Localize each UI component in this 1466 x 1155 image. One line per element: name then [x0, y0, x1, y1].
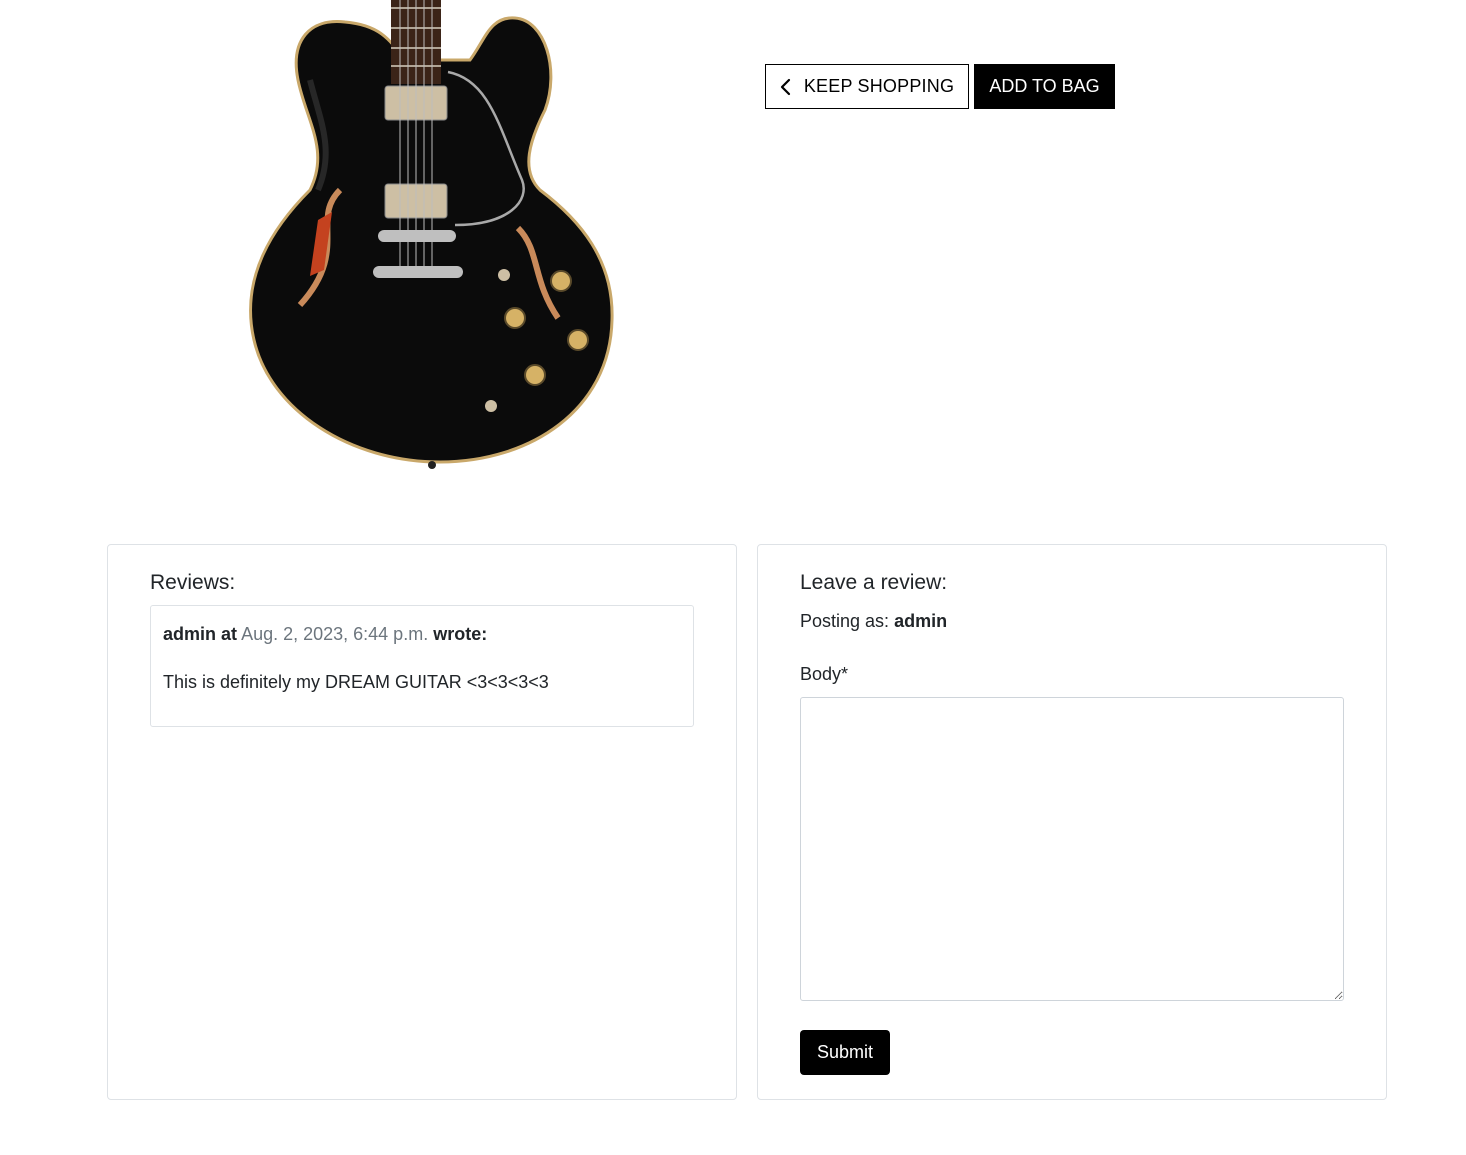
- review-body: This is definitely my DREAM GUITAR <3<3<…: [163, 672, 549, 692]
- body-textarea[interactable]: [800, 697, 1344, 1001]
- posting-as-text: Posting as: admin: [800, 609, 947, 633]
- review-wrote-word: wrote:: [433, 624, 488, 644]
- add-to-bag-button[interactable]: ADD TO BAG: [974, 64, 1115, 109]
- posting-as-user: admin: [894, 611, 948, 631]
- review-at-word: at: [221, 624, 238, 644]
- reviews-card: Reviews: admin at Aug. 2, 2023, 6:44 p.m…: [107, 544, 737, 1100]
- review-form-card: Leave a review: Posting as: admin Body* …: [757, 544, 1387, 1100]
- review-author: admin: [163, 624, 217, 644]
- keep-shopping-button[interactable]: KEEP SHOPPING: [765, 64, 969, 109]
- product-image: [240, 0, 630, 475]
- chevron-left-icon: [780, 78, 792, 96]
- body-field-label: Body*: [800, 664, 849, 684]
- product-detail-page: KEEP SHOPPING ADD TO BAG Reviews: admin …: [0, 0, 1466, 1155]
- keep-shopping-label: KEEP SHOPPING: [803, 76, 955, 96]
- submit-button[interactable]: Submit: [800, 1030, 890, 1075]
- reviews-heading: Reviews:: [150, 571, 236, 594]
- review-form-heading: Leave a review:: [800, 571, 948, 594]
- review-date: Aug. 2, 2023, 6:44 p.m.: [241, 624, 429, 644]
- review-meta: admin at Aug. 2, 2023, 6:44 p.m. wrote:: [163, 622, 681, 646]
- product-actions: KEEP SHOPPING ADD TO BAG: [765, 64, 1115, 109]
- guitar-illustration: [249, 0, 614, 469]
- review-item: admin at Aug. 2, 2023, 6:44 p.m. wrote: …: [150, 605, 694, 727]
- posting-as-prefix: Posting as:: [800, 611, 890, 631]
